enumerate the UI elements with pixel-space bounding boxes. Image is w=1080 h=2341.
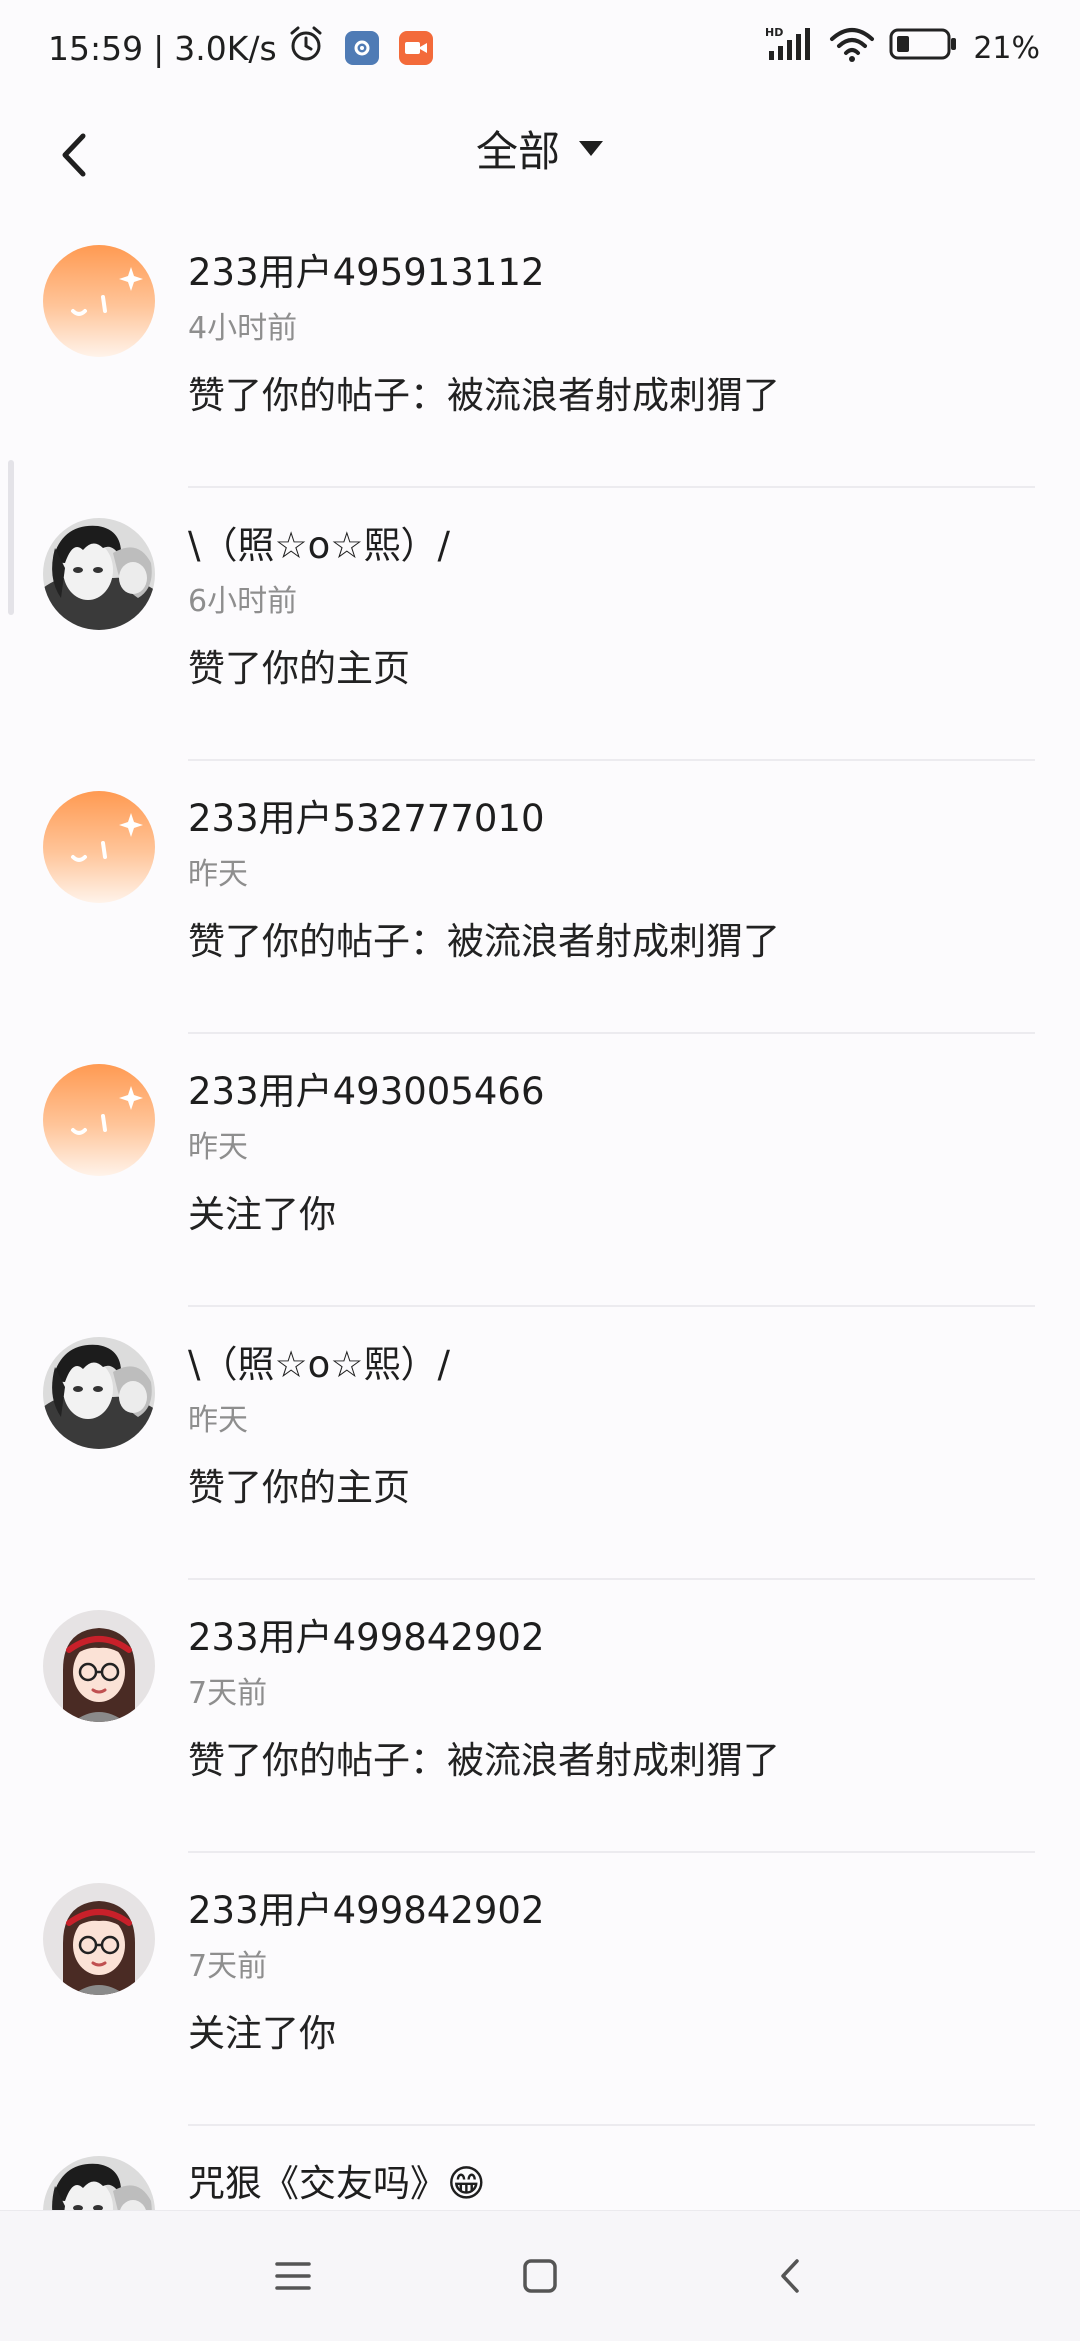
wifi-icon [829, 25, 875, 72]
user-avatar[interactable] [43, 245, 155, 357]
notification-item[interactable]: 233用户493005466 昨天关注了你 [0, 1034, 1080, 1307]
status-time: 15:59 [48, 28, 144, 68]
notification-action: 赞了你的主页 [188, 647, 410, 690]
user-name[interactable]: 233用户495913112 [188, 242, 545, 296]
status-left: 15:59 | 3.0K/s [48, 25, 433, 72]
notification-action: 关注了你 [188, 1193, 336, 1236]
settings-app-icon [344, 31, 379, 65]
user-name[interactable]: 233用户499842902 [188, 1607, 545, 1661]
user-name[interactable]: \（照☆o☆熙）/ [188, 515, 450, 569]
notification-item[interactable]: 233用户532777010 昨天赞了你的帖子：被流浪者射成刺猬了 [0, 761, 1080, 1034]
user-name[interactable]: 233用户499842902 [188, 1880, 545, 1934]
svg-text:HD: HD [765, 26, 783, 39]
user-avatar[interactable] [43, 1064, 155, 1176]
network-speed: 3.0K/s [174, 28, 277, 68]
user-name[interactable]: \（照☆o☆熙）/ [188, 1334, 450, 1388]
notification-action: 赞了你的帖子：被流浪者射成刺猬了 [188, 1739, 780, 1782]
chevron-left-icon [62, 133, 86, 177]
notification-time: 7天前 [188, 1949, 268, 1984]
user-avatar[interactable] [43, 1883, 155, 1995]
user-avatar[interactable] [43, 518, 155, 630]
back-button[interactable] [40, 120, 110, 190]
notification-item[interactable]: 233用户495913112 4小时前赞了你的帖子：被流浪者射成刺猬了 [0, 215, 1080, 488]
notification-list[interactable]: 233用户495913112 4小时前赞了你的帖子：被流浪者射成刺猬了 \（照☆o☆… [0, 215, 1080, 2210]
notification-item[interactable]: 233用户499842902 7天前关注了你 [0, 1853, 1080, 2126]
user-name[interactable]: 233用户532777010 [188, 788, 545, 842]
filter-dropdown[interactable]: 全部 [450, 118, 630, 179]
filter-label: 全部 [475, 127, 560, 176]
user-name[interactable]: 233用户493005466 [188, 1061, 545, 1115]
status-right: HD 21% [765, 25, 1040, 72]
notification-time: 4小时前 [188, 311, 298, 346]
caret-down-icon [579, 140, 603, 156]
user-avatar[interactable] [43, 2156, 155, 2210]
nav-back-button[interactable] [755, 2241, 825, 2311]
notification-time: 昨天 [188, 1130, 248, 1165]
header: 全部 [0, 96, 1080, 216]
user-avatar[interactable] [43, 1610, 155, 1722]
user-name[interactable]: 咒狠《交友吗》😁 [188, 2153, 486, 2207]
notification-time: 6小时前 [188, 584, 298, 619]
notification-action: 赞了你的主页 [188, 1466, 410, 1509]
battery-level: 21% [973, 30, 1040, 66]
notification-time: 昨天 [188, 1403, 248, 1438]
notification-item[interactable]: \（照☆o☆熙）/ 6小时前赞了你的主页 [0, 488, 1080, 761]
menu-button[interactable] [258, 2241, 328, 2311]
notification-time: 7天前 [188, 1676, 268, 1711]
menu-icon [275, 2262, 311, 2290]
notification-item[interactable]: 咒狠《交友吗》😁 [0, 2126, 1080, 2210]
notification-action: 赞了你的帖子：被流浪者射成刺猬了 [188, 920, 780, 963]
status-separator: | [153, 28, 165, 68]
battery-icon [889, 27, 959, 70]
alarm-icon [287, 25, 325, 72]
notification-action: 赞了你的帖子：被流浪者射成刺猬了 [188, 374, 780, 417]
back-triangle-icon [781, 2259, 799, 2293]
user-avatar[interactable] [43, 1337, 155, 1449]
hd-signal-icon: HD [765, 25, 815, 72]
video-app-icon [398, 31, 433, 65]
status-bar: 15:59 | 3.0K/s HD 21% [0, 0, 1080, 96]
navigation-bar [0, 2210, 1080, 2341]
notification-item[interactable]: 233用户499842902 7天前赞了你的帖子：被流浪者射成刺猬了 [0, 1580, 1080, 1853]
user-avatar[interactable] [43, 791, 155, 903]
home-square-icon [523, 2259, 557, 2293]
notification-time: 昨天 [188, 857, 248, 892]
notification-item[interactable]: \（照☆o☆熙）/ 昨天赞了你的主页 [0, 1307, 1080, 1580]
home-button[interactable] [505, 2241, 575, 2311]
notification-action: 关注了你 [188, 2012, 336, 2055]
